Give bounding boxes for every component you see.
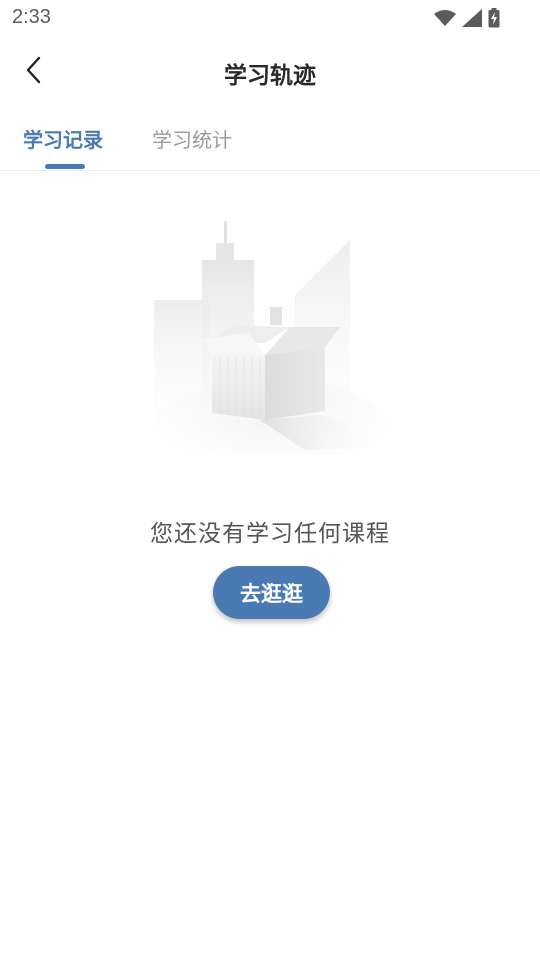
page-title: 学习轨迹 bbox=[224, 63, 316, 89]
tab-study-records[interactable]: 学习记录 bbox=[23, 124, 103, 153]
tab-study-stats[interactable]: 学习统计 bbox=[152, 124, 232, 153]
cell-signal-icon bbox=[462, 9, 482, 27]
app-bar: 学习轨迹 bbox=[0, 44, 540, 100]
tab-active-indicator bbox=[45, 164, 85, 169]
tab-divider bbox=[0, 170, 540, 171]
empty-state-message: 您还没有学习任何课程 bbox=[150, 521, 390, 547]
status-time: 2:33 bbox=[12, 6, 51, 28]
browse-button[interactable]: 去逛逛 bbox=[213, 566, 330, 619]
status-bar: 2:33 bbox=[0, 0, 540, 36]
battery-charging-icon bbox=[488, 8, 500, 28]
wifi-icon bbox=[434, 9, 456, 27]
tab-bar: 学习记录 学习统计 bbox=[0, 112, 540, 170]
empty-box-city-icon bbox=[140, 215, 405, 517]
status-icons bbox=[434, 7, 500, 29]
